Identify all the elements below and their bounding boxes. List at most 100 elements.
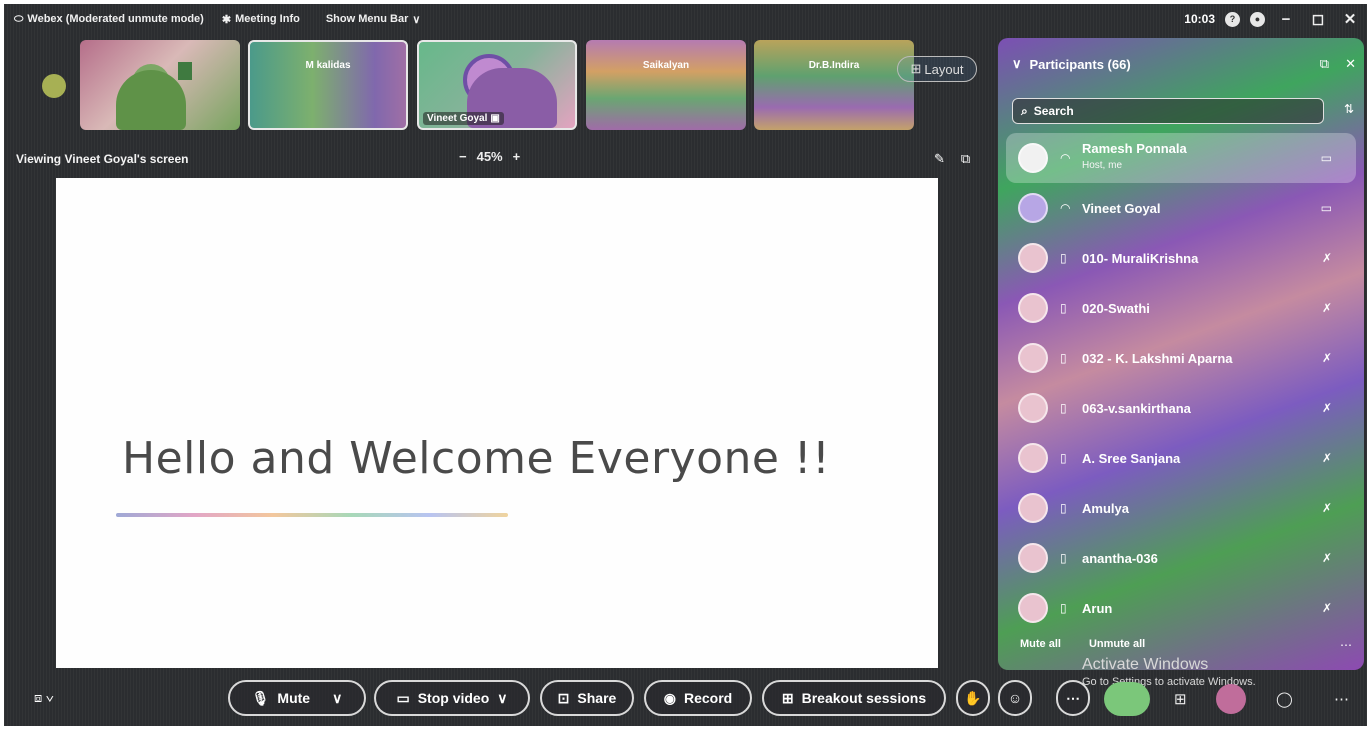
participant-row[interactable]: ▯ anantha-036 ✗ — [1006, 533, 1356, 583]
participant-list: ◠ Ramesh Ponnala Host, me ▭ ◠ Vineet Goy… — [1006, 133, 1356, 633]
chat-icon[interactable]: ◯ — [1276, 690, 1293, 708]
participant-row[interactable]: ▯ Amulya ✗ — [1006, 483, 1356, 533]
participant-row[interactable]: ▯ 032 - K. Lakshmi Aparna ✗ — [1006, 333, 1356, 383]
breakout-icon: ⊞ — [781, 689, 794, 706]
participant-search-input[interactable]: ⌕ Search — [1012, 98, 1324, 124]
minimize-button[interactable]: − — [1275, 11, 1297, 28]
speaker-name-tag: Vineet Goyal ▣ — [423, 112, 504, 125]
mute-button[interactable]: 🎙 Mute ∨ — [228, 680, 366, 716]
slide-underline — [116, 513, 508, 517]
avatar — [1018, 393, 1048, 423]
participant-row[interactable]: ▯ 063-v.sankirthana ✗ — [1006, 383, 1356, 433]
video-tile-dr-b-indira[interactable]: Dr.B.Indira — [754, 40, 914, 130]
meeting-info-button[interactable]: ✱ Meeting Info — [222, 13, 300, 26]
video-icon: ▭ — [1320, 201, 1332, 215]
raise-hand-button[interactable]: ✋ — [956, 680, 990, 716]
zoom-out-button[interactable]: − — [459, 149, 467, 164]
muted-mic-icon: ✗ — [1321, 451, 1332, 465]
chevron-down-icon: ∨ — [1012, 56, 1022, 71]
maximize-button[interactable]: ◻ — [1307, 10, 1329, 28]
hand-icon: ✋ — [964, 689, 982, 706]
device-icon: ▯ — [1060, 551, 1067, 565]
microphone-icon: 🎙 — [251, 689, 270, 706]
camera-icon: ▭ — [396, 689, 410, 706]
muted-mic-icon: ✗ — [1321, 351, 1332, 365]
more-options-button[interactable]: ⋯ — [1056, 680, 1090, 716]
muted-mic-icon: ✗ — [1321, 251, 1332, 265]
close-icon[interactable]: ✕ — [1345, 56, 1356, 72]
breakout-sessions-button[interactable]: ⊞ Breakout sessions — [762, 680, 946, 716]
participant-row[interactable]: ▯ Arun ✗ — [1006, 583, 1356, 633]
participant-row[interactable]: ▯ 020-Swathi ✗ — [1006, 283, 1356, 333]
video-tile-saikalyan[interactable]: Saikalyan — [586, 40, 746, 130]
avatar — [1018, 243, 1048, 273]
video-tile-m-kalidas[interactable]: M kalidas — [248, 40, 408, 130]
video-tile-vineet-goyal[interactable]: Vineet Goyal ▣ — [417, 40, 577, 130]
info-icon: ✱ — [221, 13, 232, 26]
video-tile-1[interactable] — [80, 40, 240, 130]
zoom-level: 45% — [476, 149, 503, 164]
avatar — [1018, 493, 1048, 523]
sort-icon[interactable]: ⇅ — [1344, 102, 1354, 116]
participant-row[interactable]: ◠ Ramesh Ponnala Host, me ▭ — [1006, 133, 1356, 183]
device-icon: ▯ — [1060, 601, 1067, 615]
screen-share-icon: ▣ — [490, 113, 500, 124]
annotate-icon[interactable]: ✎ — [934, 151, 945, 167]
self-avatar — [42, 74, 66, 98]
clock: 10:03 — [1184, 12, 1215, 26]
stop-video-button[interactable]: ▭ Stop video ∨ — [374, 680, 530, 716]
device-icon: ▯ — [1060, 451, 1067, 465]
poster-graphic — [178, 62, 192, 80]
avatar — [1018, 543, 1048, 573]
participant-row[interactable]: ◠ Vineet Goyal ▭ — [1006, 183, 1356, 233]
unmute-all-button[interactable]: Unmute all — [1089, 638, 1145, 650]
device-icon: ▯ — [1060, 401, 1067, 415]
audio-connected-icon: ◠ — [1060, 201, 1071, 215]
layout-button[interactable]: ⊞ Layout — [897, 56, 977, 82]
leave-button[interactable] — [1104, 682, 1150, 716]
webex-logo-icon: ⬭ — [14, 12, 24, 25]
app-title: ⬭ Webex (Moderated unmute mode) — [14, 12, 204, 26]
participant-row[interactable]: ▯ A. Sree Sanjana ✗ — [1006, 433, 1356, 483]
muted-mic-icon: ✗ — [1321, 301, 1332, 315]
avatar — [1018, 293, 1048, 323]
muted-mic-icon: ✗ — [1321, 551, 1332, 565]
pop-out-icon[interactable]: ⧉ — [1320, 56, 1329, 72]
muted-mic-icon: ✗ — [1321, 601, 1332, 615]
participant-row[interactable]: ▯ 010- MuraliKrishna ✗ — [1006, 233, 1356, 283]
apps-icon[interactable]: ⊞ — [1174, 690, 1187, 708]
avatar — [1018, 443, 1048, 473]
muted-mic-icon: ✗ — [1321, 501, 1332, 515]
chevron-down-icon: ∨ — [412, 13, 421, 26]
show-menu-bar-button[interactable]: Show Menu Bar ∨ — [326, 13, 421, 26]
device-icon: ▯ — [1060, 301, 1067, 315]
participants-panel: ∨ Participants (66) ⧉ ✕ ⌕ Search ⇅ ◠ Ram… — [998, 38, 1364, 670]
record-icon: ◉ — [663, 689, 676, 706]
zoom-in-button[interactable]: + — [513, 149, 521, 164]
device-icon: ▯ — [1060, 351, 1067, 365]
reactions-button[interactable]: ☺ — [998, 680, 1032, 716]
chevron-down-icon: ∨ — [332, 689, 343, 706]
shared-screen: Hello and Welcome Everyone !! — [56, 178, 938, 668]
mute-all-button[interactable]: Mute all — [1020, 638, 1061, 650]
help-icon[interactable]: ? — [1225, 11, 1240, 27]
user-icon[interactable]: ● — [1250, 11, 1265, 27]
participants-toggle-button[interactable] — [1216, 684, 1246, 714]
share-icon: ⊡ — [557, 689, 570, 706]
zoom-control: − 45% + — [459, 149, 520, 164]
more-options-icon[interactable]: ⋯ — [1340, 638, 1352, 652]
more-panels-icon[interactable]: ⋯ — [1334, 690, 1349, 708]
pop-out-icon[interactable]: ⧉ — [961, 151, 970, 167]
video-icon: ▭ — [1320, 151, 1332, 165]
participants-header[interactable]: ∨ Participants (66) — [1012, 56, 1131, 72]
captions-button[interactable]: ⧈ ∨ — [34, 690, 54, 706]
share-button[interactable]: ⊡ Share — [540, 680, 634, 716]
title-bar: ⬭ Webex (Moderated unmute mode) ✱ Meetin… — [4, 4, 1367, 34]
slide-title: Hello and Welcome Everyone !! — [122, 433, 831, 484]
chevron-down-icon: ∨ — [497, 689, 508, 706]
meeting-controls: ⧈ ∨ 🎙 Mute ∨ ▭ Stop video ∨ ⊡ Share ◉ Re… — [4, 676, 1367, 726]
record-button[interactable]: ◉ Record — [644, 680, 752, 716]
avatar — [1018, 343, 1048, 373]
viewing-label: Viewing Vineet Goyal's screen — [16, 152, 189, 166]
close-button[interactable]: ✕ — [1339, 10, 1361, 28]
